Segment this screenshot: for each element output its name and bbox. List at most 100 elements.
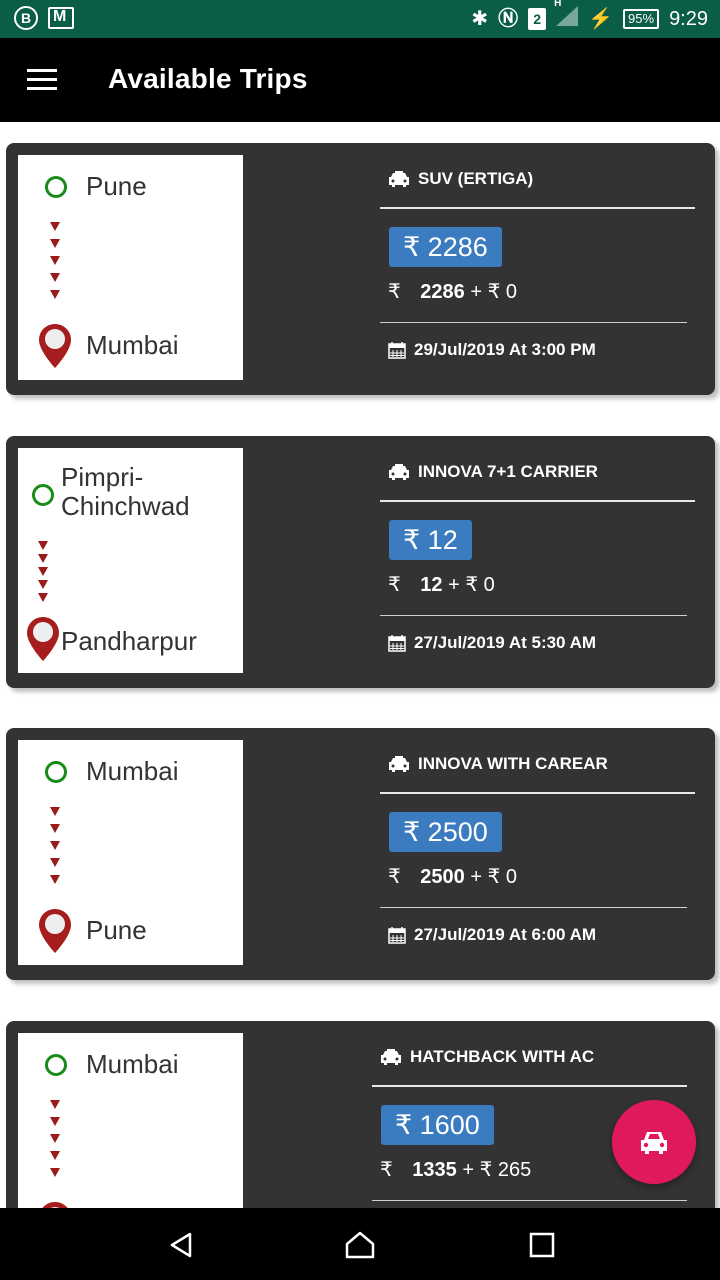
home-icon[interactable] <box>345 1230 375 1260</box>
vehicle-row: SUV (ERTIGA) <box>388 169 533 189</box>
extra-fare: + ₹ 265 <box>462 1159 532 1181</box>
route-arrows-icon <box>38 541 50 606</box>
date-row: 27/Jul/2019 At 5:30 AM <box>388 633 596 653</box>
divider <box>380 500 695 502</box>
divider <box>380 207 695 209</box>
fare-badge: ₹ 2286 <box>389 227 502 267</box>
destination-city: Pandharpur <box>61 626 197 656</box>
vehicle-name: HATCHBACK WITH AC <box>410 1047 595 1066</box>
app-bar: Available Trips <box>0 38 720 122</box>
date-row: 29/Jul/2019 At 3:00 PM <box>388 340 596 360</box>
notification-icons: B <box>14 6 74 30</box>
divider <box>380 615 687 616</box>
back-icon[interactable] <box>166 1230 196 1260</box>
navigation-bar <box>0 1208 720 1280</box>
divider <box>372 1085 687 1087</box>
car-icon <box>641 1132 667 1154</box>
trip-details: INNOVA 7+1 CARRIER ₹ 12 ₹ 12 + ₹ 0 27/Ju… <box>380 436 695 688</box>
taxi-icon <box>389 464 409 480</box>
base-fare: 12 <box>420 574 443 596</box>
vehicle-row: HATCHBACK WITH AC <box>380 1047 594 1067</box>
battery-icon: 95% <box>623 9 660 29</box>
extra-fare: + ₹ 0 <box>470 866 517 888</box>
rupee-icon: ₹ <box>388 866 401 888</box>
charging-icon: ⚡ <box>588 8 614 30</box>
fare-badge: ₹ 12 <box>389 520 472 560</box>
route-box: Mumbai Pune <box>18 740 243 965</box>
origin-city: Pune <box>86 171 147 201</box>
destination-pin-icon <box>39 909 71 953</box>
origin-marker-icon <box>45 176 67 198</box>
calendar-icon <box>388 342 406 359</box>
route-arrows-icon <box>50 222 62 307</box>
signal-icon: H <box>554 0 579 32</box>
origin-city: Mumbai <box>86 756 179 786</box>
route-arrows-icon <box>50 1100 62 1185</box>
divider <box>372 1200 687 1201</box>
trip-card[interactable]: Mumbai HATCHBACK WITH AC ₹ 1600 ₹ 1335 +… <box>6 1021 715 1208</box>
divider <box>380 322 687 323</box>
extra-fare: + ₹ 0 <box>470 281 517 303</box>
book-ride-fab[interactable] <box>612 1100 696 1184</box>
vehicle-name: SUV (ERTIGA) <box>418 169 534 188</box>
route-box: Pimpri- Chinchwad Pandharpur <box>18 448 243 673</box>
fare-breakdown: ₹ 2286 + ₹ 0 <box>388 279 517 304</box>
destination-city: Mumbai <box>86 330 179 360</box>
destination-city: Pune <box>86 915 147 945</box>
base-fare: 2286 <box>420 281 465 303</box>
rupee-icon: ₹ <box>388 574 401 596</box>
fare-breakdown: ₹ 1335 + ₹ 265 <box>380 1157 531 1182</box>
vehicle-name: INNOVA WITH CAREAR <box>418 754 608 773</box>
nfc-icon: Ⓝ <box>498 8 519 30</box>
route-box: Pune Mumbai <box>18 155 243 380</box>
destination-pin-icon <box>39 324 71 368</box>
fare-breakdown: ₹ 2500 + ₹ 0 <box>388 864 517 889</box>
trip-details: SUV (ERTIGA) ₹ 2286 ₹ 2286 + ₹ 0 29/Jul/… <box>380 143 695 395</box>
vehicle-row: INNOVA WITH CAREAR <box>388 754 608 774</box>
origin-marker-icon <box>32 484 54 506</box>
origin-city: Mumbai <box>86 1049 179 1079</box>
trip-card[interactable]: Pune Mumbai SUV (ERTIGA) ₹ 2286 ₹ 2286 +… <box>6 143 715 395</box>
destination-pin-icon <box>27 617 59 661</box>
trip-date: 27/Jul/2019 At 5:30 AM <box>414 633 597 652</box>
base-fare: 2500 <box>420 866 465 888</box>
sim-icon: 2 <box>528 8 547 30</box>
page-title: Available Trips <box>108 63 308 94</box>
origin-marker-icon <box>45 1054 67 1076</box>
trip-date: 27/Jul/2019 At 6:00 AM <box>414 925 597 944</box>
trip-details: INNOVA WITH CAREAR ₹ 2500 ₹ 2500 + ₹ 0 2… <box>380 728 695 980</box>
system-icons: ✱ Ⓝ 2 H ⚡ 95% 9:29 <box>471 0 708 32</box>
calendar-icon <box>388 927 406 944</box>
b-badge-icon: B <box>14 6 38 30</box>
trip-card[interactable]: Mumbai Pune INNOVA WITH CAREAR ₹ 2500 ₹ … <box>6 728 715 980</box>
base-fare: 1335 <box>412 1159 457 1181</box>
vehicle-row: INNOVA 7+1 CARRIER <box>388 462 598 482</box>
origin-marker-icon <box>45 761 67 783</box>
origin-city: Pimpri- Chinchwad <box>61 462 190 521</box>
clock: 9:29 <box>669 7 708 30</box>
trip-date: 29/Jul/2019 At 3:00 PM <box>414 340 596 359</box>
fare-badge: ₹ 2500 <box>389 812 502 852</box>
route-box: Mumbai <box>18 1033 243 1208</box>
mail-icon <box>48 7 74 29</box>
bluetooth-icon: ✱ <box>471 8 489 30</box>
vehicle-name: INNOVA 7+1 CARRIER <box>418 462 598 481</box>
calendar-icon <box>388 635 406 652</box>
date-row: 27/Jul/2019 At 6:00 AM <box>388 925 596 945</box>
recents-icon[interactable] <box>527 1230 557 1260</box>
trip-list[interactable]: Pune Mumbai SUV (ERTIGA) ₹ 2286 ₹ 2286 +… <box>0 122 720 1208</box>
divider <box>380 907 687 908</box>
taxi-icon <box>381 1049 401 1065</box>
route-arrows-icon <box>50 807 62 892</box>
hamburger-menu-icon[interactable] <box>27 69 57 91</box>
status-bar: B ✱ Ⓝ 2 H ⚡ 95% 9:29 <box>0 0 720 38</box>
trip-card[interactable]: Pimpri- Chinchwad Pandharpur INNOVA 7+1 … <box>6 436 715 688</box>
extra-fare: + ₹ 0 <box>448 574 495 596</box>
rupee-icon: ₹ <box>388 281 401 303</box>
divider <box>380 792 695 794</box>
destination-pin-icon <box>42 1202 68 1208</box>
rupee-icon: ₹ <box>380 1159 393 1181</box>
fare-badge: ₹ 1600 <box>381 1105 494 1145</box>
taxi-icon <box>389 756 409 772</box>
taxi-icon <box>389 171 409 187</box>
